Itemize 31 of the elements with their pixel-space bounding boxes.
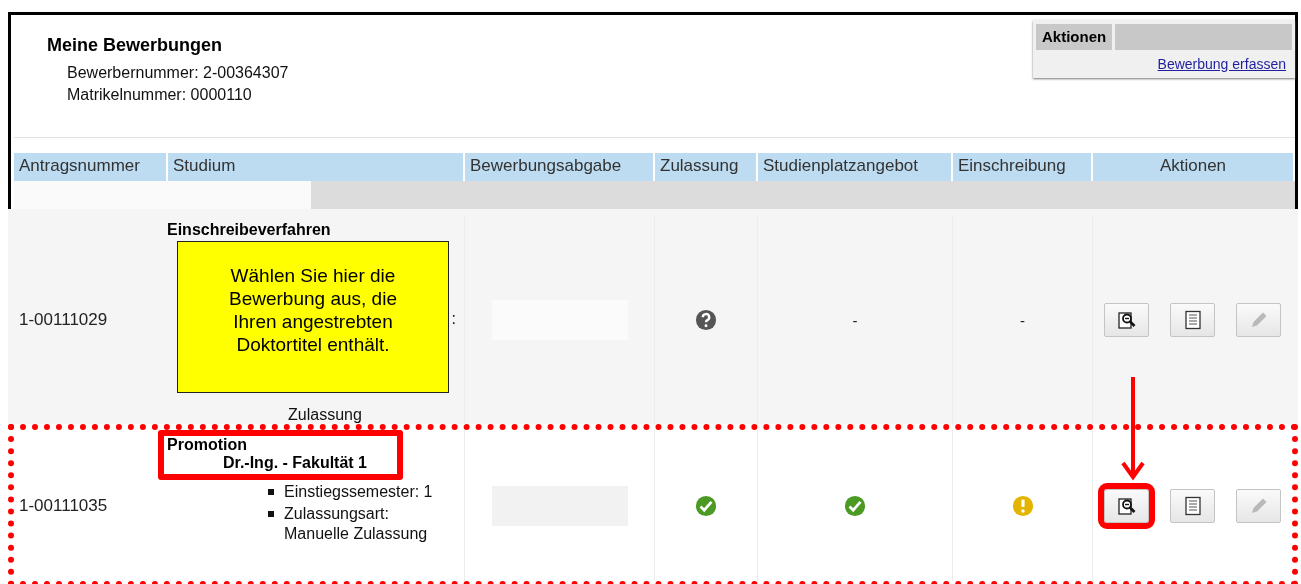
study-detail: : bbox=[451, 309, 456, 329]
document-icon bbox=[1183, 310, 1202, 330]
check-icon bbox=[844, 494, 866, 517]
applicant-number: Bewerbernummer: 2-00364307 bbox=[67, 63, 289, 83]
view-button[interactable] bbox=[1104, 303, 1149, 337]
matriculation-number: Matrikelnummer: 0000110 bbox=[67, 85, 253, 105]
warning-icon bbox=[1011, 494, 1034, 517]
document-search-icon bbox=[1116, 495, 1137, 516]
degree-title: Dr.-Ing. - Fakultät 1 bbox=[223, 454, 367, 472]
bullet-icon bbox=[268, 489, 274, 495]
question-icon bbox=[695, 309, 717, 331]
bullet-icon bbox=[268, 511, 274, 517]
study-title: Promotion bbox=[167, 436, 248, 454]
application-number: 1-00111029 bbox=[18, 309, 109, 331]
page-title: Meine Bewerbungen bbox=[47, 35, 224, 56]
study-detail: Einstiegssemester: 1 bbox=[284, 482, 433, 502]
document-button[interactable] bbox=[1170, 303, 1215, 337]
dash-text: - bbox=[852, 311, 858, 329]
document-button[interactable] bbox=[1170, 488, 1215, 523]
create-application-link[interactable]: Bewerbung erfassen bbox=[1157, 56, 1286, 72]
check-icon bbox=[695, 494, 717, 517]
application-number: 1-00111035 bbox=[18, 494, 109, 517]
dash-text: - bbox=[1020, 311, 1025, 329]
document-icon bbox=[1183, 495, 1202, 516]
study-title: Einschreibeverfahren bbox=[167, 221, 331, 239]
highlighted-table-row[interactable]: 1-00111035 Promotion Dr.-Ing. - Fakultät 1 Einstiegssemester: 1 Zulassungsart: Manuelle Zulassung bbox=[8, 424, 1298, 584]
study-detail: Zulassungsart: Manuelle Zulassung bbox=[284, 504, 429, 544]
callout-note: Wählen Sie hier die Bewerbung aus, die Ihren angestrebten Doktortitel enthält. bbox=[177, 241, 449, 393]
panel-title: Aktionen bbox=[1036, 24, 1113, 50]
study-detail: Zulassung bbox=[288, 405, 362, 425]
document-search-icon bbox=[1116, 310, 1137, 330]
